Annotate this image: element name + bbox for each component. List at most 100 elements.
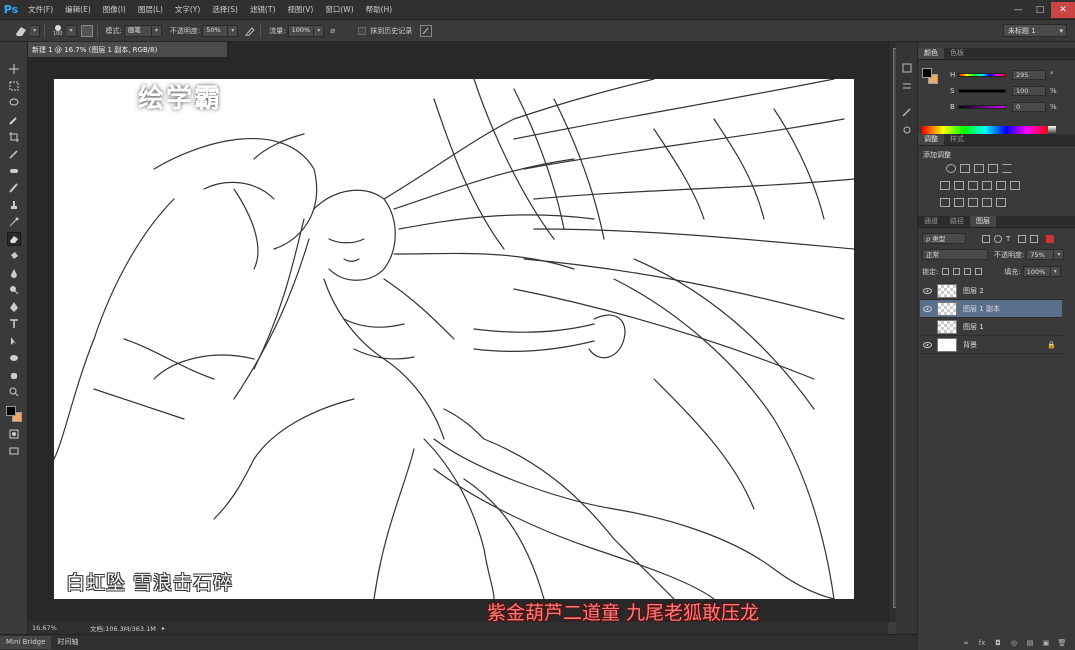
tab-swatches[interactable]: 色板: [944, 48, 970, 59]
menu-item-2[interactable]: 图像(I): [97, 0, 132, 20]
zoom-level[interactable]: 16.67%: [28, 624, 60, 632]
vibrance-icon[interactable]: [1002, 164, 1012, 173]
blur-tool-icon[interactable]: [7, 266, 21, 280]
filter-toggle-icon[interactable]: [1046, 234, 1054, 243]
marquee-tool-icon[interactable]: [7, 79, 21, 93]
lock-transparent-icon[interactable]: [942, 268, 950, 275]
brush-panel-icon[interactable]: [900, 106, 914, 118]
brush-panel-toggle-icon[interactable]: [80, 24, 93, 37]
clone-stamp-tool-icon[interactable]: [7, 198, 21, 212]
erase-history-checkbox[interactable]: [358, 26, 367, 35]
adjustment-filter-icon[interactable]: [994, 234, 1002, 243]
layer-row[interactable]: 背景 🔒: [920, 336, 1062, 354]
minimize-button[interactable]: —: [1007, 2, 1029, 18]
channel-mixer-icon[interactable]: [996, 181, 1006, 190]
add-mask-icon[interactable]: ◘: [993, 639, 1003, 648]
menu-item-5[interactable]: 选择(S): [206, 0, 244, 20]
tab-layers[interactable]: 图层: [970, 216, 996, 227]
pixel-filter-icon[interactable]: [982, 234, 990, 243]
pen-tool-icon[interactable]: [7, 300, 21, 314]
menu-item-0[interactable]: 文件(F): [22, 0, 59, 20]
vertical-scrollbar[interactable]: [888, 42, 898, 622]
mode-dropdown[interactable]: ▾: [151, 24, 162, 37]
flow-dropdown[interactable]: ▾: [314, 24, 325, 37]
quick-mask-icon[interactable]: [7, 427, 21, 441]
new-group-icon[interactable]: ▤: [1025, 639, 1035, 648]
tab-styles[interactable]: 样式: [944, 134, 970, 145]
menu-item-8[interactable]: 窗口(W): [319, 0, 359, 20]
clone-source-panel-icon[interactable]: [900, 124, 914, 136]
exposure-icon[interactable]: [988, 164, 998, 173]
menu-item-1[interactable]: 编辑(E): [59, 0, 97, 20]
dodge-tool-icon[interactable]: [7, 283, 21, 297]
visibility-eye-icon[interactable]: [920, 282, 934, 300]
screen-mode-icon[interactable]: [7, 444, 21, 458]
color-balance-icon[interactable]: [954, 181, 964, 190]
canvas[interactable]: [54, 79, 854, 599]
layer-row[interactable]: 图层 1: [920, 318, 1062, 336]
layer-row[interactable]: 图层 1 副本: [920, 300, 1062, 318]
layer-kind-filter[interactable]: ρ 类型: [922, 233, 966, 244]
curves-icon[interactable]: [974, 164, 984, 173]
black-white-icon[interactable]: [968, 181, 978, 190]
opacity-dropdown[interactable]: ▾: [228, 24, 239, 37]
type-filter-icon[interactable]: T: [1006, 235, 1014, 243]
status-menu-arrow-icon[interactable]: ▸: [162, 625, 165, 632]
link-layers-icon[interactable]: ∞: [961, 639, 971, 648]
lock-pixels-icon[interactable]: [953, 268, 961, 275]
tab-channels[interactable]: 通道: [918, 216, 944, 227]
move-tool-icon[interactable]: [7, 62, 21, 76]
eraser-tool-button[interactable]: [7, 232, 21, 246]
menu-item-6[interactable]: 滤镜(T): [244, 0, 281, 20]
zoom-tool-icon[interactable]: [7, 385, 21, 399]
eraser-tool-icon[interactable]: [12, 23, 30, 39]
mode-select[interactable]: 画笔: [123, 24, 152, 37]
brush-preset-dropdown[interactable]: ▾: [66, 24, 77, 37]
brush-tool-icon[interactable]: [7, 181, 21, 195]
airbrush-icon[interactable]: ⌀: [330, 25, 344, 37]
gradient-map-icon[interactable]: [996, 198, 1006, 207]
tab-adjustments[interactable]: 调整: [918, 134, 944, 145]
levels-icon[interactable]: [960, 164, 970, 173]
layer-opacity-dropdown[interactable]: ▾: [1054, 249, 1065, 260]
menu-item-4[interactable]: 文字(Y): [169, 0, 206, 20]
shape-tool-icon[interactable]: [7, 351, 21, 365]
flow-input[interactable]: 100%: [287, 24, 315, 37]
opacity-input[interactable]: 50%: [202, 24, 229, 37]
lasso-tool-icon[interactable]: [7, 96, 21, 110]
lock-position-icon[interactable]: [964, 268, 972, 275]
paint-bucket-tool-icon[interactable]: [7, 249, 21, 263]
pressure-size-icon[interactable]: [420, 24, 433, 37]
path-selection-tool-icon[interactable]: [7, 334, 21, 348]
slider-track[interactable]: [958, 73, 1006, 77]
slider-value-input[interactable]: 295: [1012, 70, 1046, 80]
foreground-color-swatch[interactable]: [6, 406, 16, 416]
visibility-eye-icon[interactable]: [920, 336, 934, 354]
brush-preset-picker[interactable]: 100: [53, 24, 63, 37]
color-lookup-icon[interactable]: [1010, 181, 1020, 190]
selective-color-icon[interactable]: [982, 198, 992, 207]
tab-timeline[interactable]: 时间轴: [51, 636, 84, 649]
workspace-switcher[interactable]: 未标题 1 ▾: [1003, 24, 1067, 37]
fill-input[interactable]: 100%: [1022, 266, 1051, 277]
pressure-opacity-icon[interactable]: [244, 25, 256, 37]
layer-row[interactable]: 图层 2: [920, 282, 1062, 300]
layer-opacity-input[interactable]: 75%: [1026, 249, 1055, 260]
slider-value-input[interactable]: 0: [1012, 102, 1046, 112]
fill-dropdown[interactable]: ▾: [1050, 266, 1061, 277]
hand-tool-icon[interactable]: [7, 368, 21, 382]
maximize-button[interactable]: □: [1029, 2, 1051, 18]
brightness-icon[interactable]: [946, 164, 956, 173]
tab-mini-bridge[interactable]: Mini Bridge: [0, 636, 52, 649]
history-panel-icon[interactable]: [900, 62, 914, 74]
history-brush-tool-icon[interactable]: [7, 215, 21, 229]
properties-panel-icon[interactable]: [900, 80, 914, 92]
slider-track[interactable]: [958, 89, 1006, 93]
type-tool-icon[interactable]: [7, 317, 21, 331]
fx-icon[interactable]: fx: [977, 639, 987, 648]
visibility-eye-icon[interactable]: [920, 318, 934, 336]
crop-tool-icon[interactable]: [7, 130, 21, 144]
slider-track[interactable]: [958, 105, 1006, 109]
menu-item-3[interactable]: 图层(L): [132, 0, 169, 20]
visibility-eye-icon[interactable]: [920, 300, 934, 318]
